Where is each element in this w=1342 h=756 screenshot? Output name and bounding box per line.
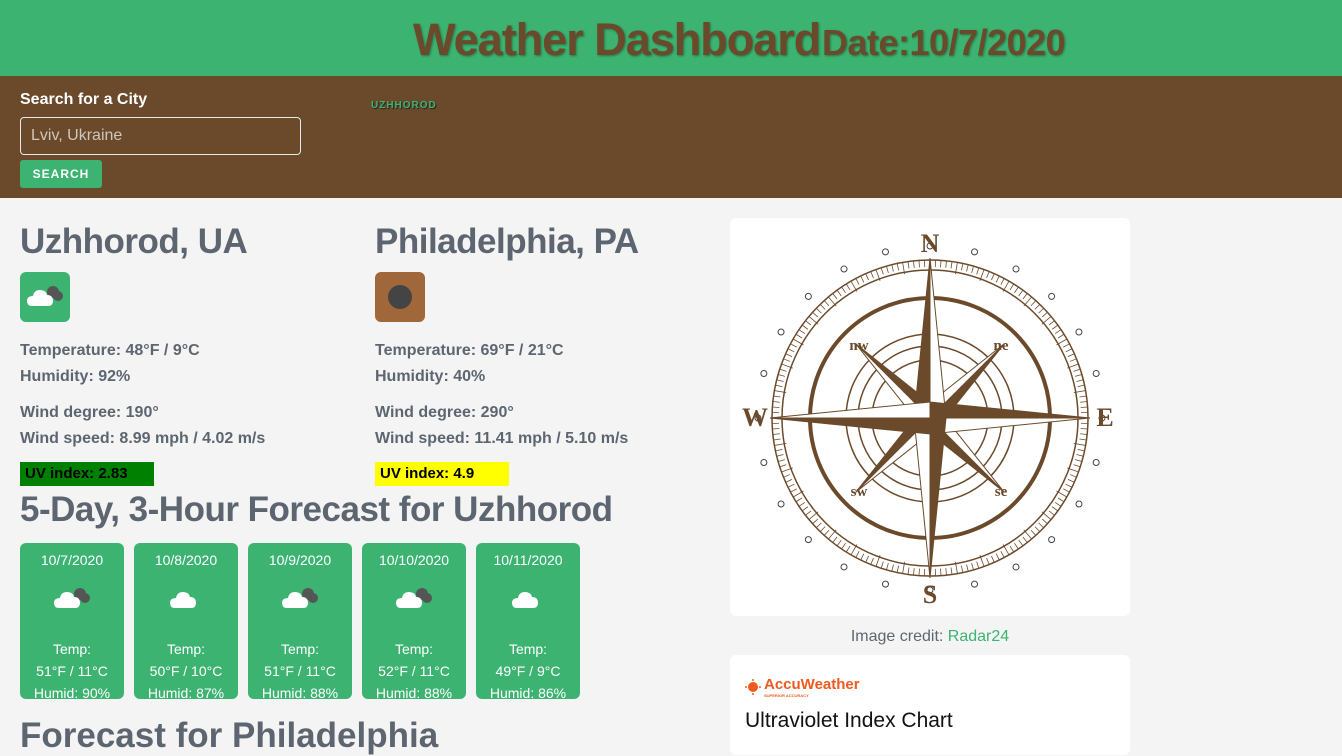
search-panel: Search for a City SEARCH UZHHOROD bbox=[0, 76, 1342, 198]
uv-index-badge: UV index: 4.9 bbox=[375, 462, 509, 486]
cloud-icon bbox=[476, 574, 580, 624]
compass-north-label: N bbox=[921, 229, 940, 258]
compass-ne-label: ne bbox=[994, 338, 1009, 354]
accuweather-tagline: SUPERIOR ACCURACY bbox=[764, 693, 860, 698]
forecast-date: 10/7/2020 bbox=[20, 552, 124, 568]
temperature: Temperature: 48°F / 9°C bbox=[20, 342, 350, 360]
forecast-temp: 52°F / 11°C bbox=[362, 660, 466, 682]
forecast-date: 10/9/2020 bbox=[248, 552, 352, 568]
accuweather-brand: AccuWeather bbox=[764, 676, 860, 693]
philadelphia-forecast-title: Forecast for Philadelphia bbox=[20, 716, 438, 756]
compass-east-label: E bbox=[1096, 403, 1113, 432]
forecast-temp-label: Temp: bbox=[248, 638, 352, 660]
forecast-temp: 51°F / 11°C bbox=[248, 660, 352, 682]
search-button[interactable]: SEARCH bbox=[20, 160, 102, 188]
humidity: Humidity: 92% bbox=[20, 368, 350, 386]
city-name: Uzhhorod, UA bbox=[20, 222, 350, 262]
forecast-date: 10/11/2020 bbox=[476, 552, 580, 568]
forecast-temp-label: Temp: bbox=[20, 638, 124, 660]
compass-west-label: W bbox=[742, 403, 768, 432]
cloudy-icon bbox=[248, 574, 352, 624]
forecast-temp: 50°F / 10°C bbox=[134, 660, 238, 682]
current-date: Date:10/7/2020 bbox=[822, 22, 1065, 64]
forecast-temp-label: Temp: bbox=[476, 638, 580, 660]
compass-south-label: S bbox=[923, 580, 937, 609]
temperature: Temperature: 69°F / 21°C bbox=[375, 342, 705, 360]
forecast-humidity: Humid: 87% bbox=[134, 682, 238, 704]
credit-prefix: Image credit: bbox=[851, 628, 948, 645]
uv-chart-title: Ultraviolet Index Chart bbox=[745, 709, 953, 733]
search-label: Search for a City bbox=[20, 91, 147, 109]
uv-index-badge: UV index: 2.83 bbox=[20, 462, 154, 486]
current-weather-philadelphia: Philadelphia, PA Temperature: 69°F / 21°… bbox=[375, 222, 705, 486]
forecast-card: 10/10/2020 Temp:52°F / 11°CHumid: 88% bbox=[362, 543, 466, 699]
forecast-date: 10/8/2020 bbox=[134, 552, 238, 568]
cloudy-icon bbox=[20, 574, 124, 624]
cloudy-icon bbox=[20, 272, 70, 322]
current-weather-uzhhorod: Uzhhorod, UA Temperature: 48°F / 9°C Hum… bbox=[20, 222, 350, 486]
forecast-temp: 49°F / 9°C bbox=[476, 660, 580, 682]
forecast-temp: 51°F / 11°C bbox=[20, 660, 124, 682]
city-search-input[interactable] bbox=[20, 117, 301, 155]
forecast-humidity: Humid: 86% bbox=[476, 682, 580, 704]
forecast-humidity: Humid: 88% bbox=[248, 682, 352, 704]
image-credit: Image credit: Radar24 bbox=[730, 628, 1130, 646]
forecast-title: 5-Day, 3-Hour Forecast for Uzhhorod bbox=[20, 490, 612, 530]
compass-nw-label: nw bbox=[849, 338, 868, 354]
page-title: Weather Dashboard bbox=[413, 14, 820, 66]
humidity: Humidity: 40% bbox=[375, 368, 705, 386]
accuweather-logo: AccuWeatherSUPERIOR ACCURACY bbox=[745, 676, 860, 698]
wind-degree: Wind degree: 290° bbox=[375, 404, 705, 422]
clear-night-icon bbox=[375, 272, 425, 322]
cloud-icon bbox=[134, 574, 238, 624]
wind-degree: Wind degree: 190° bbox=[20, 404, 350, 422]
forecast-temp-label: Temp: bbox=[362, 638, 466, 660]
compass-se-label: se bbox=[995, 484, 1008, 500]
search-history-item[interactable]: UZHHOROD bbox=[371, 100, 437, 111]
city-name: Philadelphia, PA bbox=[375, 222, 705, 262]
compass-sw-label: sw bbox=[851, 484, 868, 500]
credit-link[interactable]: Radar24 bbox=[948, 628, 1009, 645]
wind-speed: Wind speed: 11.41 mph / 5.10 m/s bbox=[375, 430, 705, 448]
uv-chart-panel: AccuWeatherSUPERIOR ACCURACY Ultraviolet… bbox=[730, 655, 1130, 755]
forecast-humidity: Humid: 90% bbox=[20, 682, 124, 704]
forecast-card: 10/8/2020 Temp:50°F / 10°CHumid: 87% bbox=[134, 543, 238, 699]
forecast-temp-label: Temp: bbox=[134, 638, 238, 660]
compass-panel: N S E W ne nw se sw bbox=[730, 218, 1130, 616]
wind-speed: Wind speed: 8.99 mph / 4.02 m/s bbox=[20, 430, 350, 448]
forecast-cards: 10/7/2020 Temp:51°F / 11°CHumid: 90% 10/… bbox=[20, 543, 580, 699]
forecast-card: 10/7/2020 Temp:51°F / 11°CHumid: 90% bbox=[20, 543, 124, 699]
sun-icon bbox=[745, 679, 761, 695]
compass-rose-image: N S E W ne nw se sw bbox=[730, 218, 1130, 616]
forecast-humidity: Humid: 88% bbox=[362, 682, 466, 704]
forecast-card: 10/11/2020 Temp:49°F / 9°CHumid: 86% bbox=[476, 543, 580, 699]
app-header: Weather Dashboard Date:10/7/2020 bbox=[0, 0, 1342, 76]
forecast-card: 10/9/2020 Temp:51°F / 11°CHumid: 88% bbox=[248, 543, 352, 699]
cloudy-icon bbox=[362, 574, 466, 624]
forecast-date: 10/10/2020 bbox=[362, 552, 466, 568]
